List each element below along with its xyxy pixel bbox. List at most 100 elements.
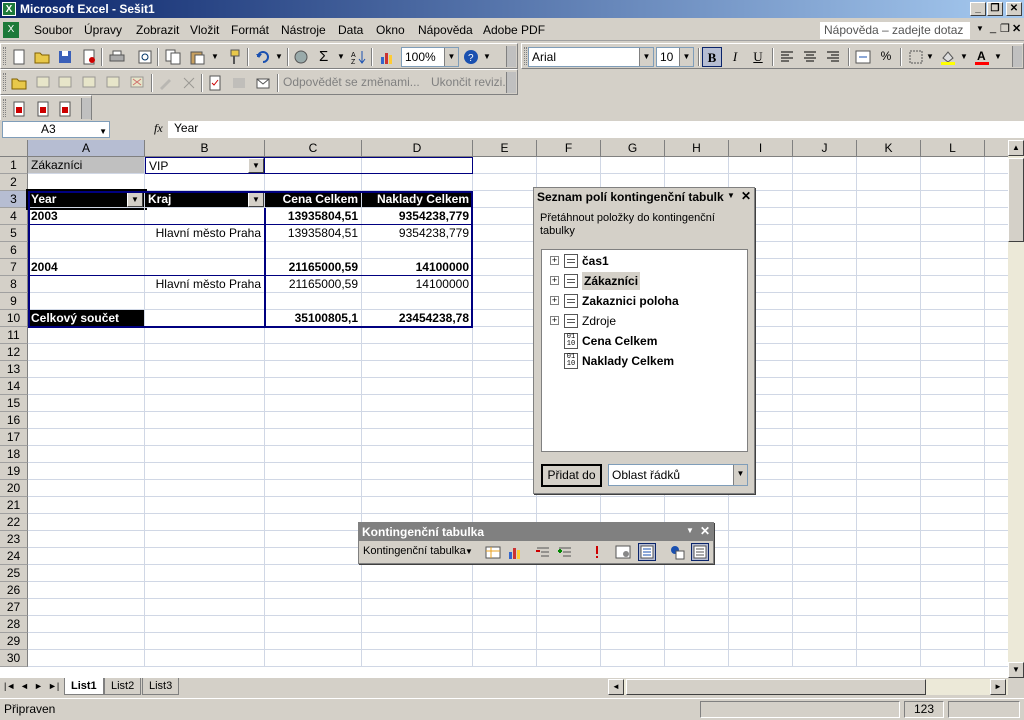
row-header-25[interactable]: 25 <box>0 565 28 582</box>
menu-adobe-pdf[interactable]: Adobe PDF <box>483 23 545 37</box>
reply-with-changes-button[interactable]: Odpovědět se změnami... <box>283 75 420 89</box>
grid-cell[interactable] <box>921 582 985 599</box>
grid-cell[interactable] <box>28 395 145 412</box>
undo-icon[interactable] <box>255 49 271 65</box>
grid-cell[interactable] <box>473 157 537 174</box>
grid-cell[interactable] <box>793 531 857 548</box>
grid-cell[interactable] <box>921 531 985 548</box>
grid-cell[interactable] <box>857 531 921 548</box>
row-header-16[interactable]: 16 <box>0 412 28 429</box>
toolbar-options-button[interactable] <box>506 46 516 67</box>
grid-cell[interactable] <box>145 480 265 497</box>
font-color-icon[interactable]: A <box>974 49 990 65</box>
grid-cell[interactable] <box>145 429 265 446</box>
grid-cell[interactable] <box>793 174 857 191</box>
grid-cell[interactable] <box>362 293 473 310</box>
grid-cell[interactable] <box>362 633 473 650</box>
doc-minimize-button[interactable]: _ <box>990 22 996 34</box>
grid-cell[interactable] <box>921 548 985 565</box>
grid-cell[interactable] <box>857 497 921 514</box>
grid-cell[interactable] <box>362 497 473 514</box>
grid-cell[interactable] <box>857 242 921 259</box>
name-box[interactable]: A3 ▼ <box>2 121 110 138</box>
grid-cell[interactable] <box>28 293 145 310</box>
grid-cell[interactable] <box>362 344 473 361</box>
grid-cell[interactable] <box>473 191 537 208</box>
grid-cell[interactable] <box>793 565 857 582</box>
grid-cell[interactable] <box>362 616 473 633</box>
menu-vlozit[interactable]: Vložit <box>190 23 219 37</box>
align-right-icon[interactable] <box>825 49 841 65</box>
save-icon[interactable] <box>57 49 73 65</box>
grid-cell[interactable] <box>985 480 1008 497</box>
grid-cell[interactable] <box>145 208 265 225</box>
size-dropdown-icon[interactable]: ▼ <box>679 48 693 66</box>
grid-cell[interactable] <box>665 565 729 582</box>
grid-cell[interactable] <box>145 616 265 633</box>
grid-cell[interactable] <box>537 497 601 514</box>
row-header-21[interactable]: 21 <box>0 497 28 514</box>
grid-cell[interactable] <box>473 225 537 242</box>
grid-cell[interactable] <box>537 616 601 633</box>
grid-cell[interactable] <box>265 361 362 378</box>
grid-cell[interactable] <box>729 514 793 531</box>
grid-cell[interactable] <box>729 531 793 548</box>
toolbar-options-button[interactable] <box>506 72 516 93</box>
grid-cell[interactable] <box>985 310 1008 327</box>
grid-cell[interactable] <box>601 565 665 582</box>
grid-cell[interactable] <box>985 378 1008 395</box>
grid-cell[interactable] <box>921 480 985 497</box>
grid-cell[interactable] <box>921 157 985 174</box>
grid-cell[interactable] <box>473 429 537 446</box>
grid-cell[interactable] <box>985 446 1008 463</box>
align-left-icon[interactable] <box>779 49 795 65</box>
pivot-grand-total-naklady[interactable]: 23454238,78 <box>362 310 473 327</box>
row-header-14[interactable]: 14 <box>0 378 28 395</box>
grid-cell[interactable] <box>921 412 985 429</box>
grid-cell[interactable] <box>362 480 473 497</box>
grid-cell[interactable] <box>473 242 537 259</box>
grid-cell[interactable] <box>362 327 473 344</box>
pivot-year-2003[interactable]: 2003 <box>28 208 145 225</box>
grid-cell[interactable] <box>265 395 362 412</box>
grid-cell[interactable] <box>793 429 857 446</box>
grid-cell[interactable] <box>265 599 362 616</box>
grid-cell[interactable] <box>985 582 1008 599</box>
pivot-cell[interactable]: 13935804,51 <box>265 225 362 242</box>
permission-icon[interactable] <box>81 49 97 65</box>
pivot-year-2004[interactable]: 2004 <box>28 259 145 276</box>
grid-cell[interactable] <box>362 599 473 616</box>
grid-cell[interactable] <box>921 310 985 327</box>
grid-cell[interactable] <box>601 497 665 514</box>
grid-cell[interactable] <box>729 616 793 633</box>
expand-icon[interactable]: + <box>550 256 559 265</box>
grid-cell[interactable] <box>473 259 537 276</box>
track-changes-icon[interactable] <box>207 75 223 91</box>
grid-cell[interactable] <box>265 480 362 497</box>
always-display-items-icon[interactable] <box>691 543 709 561</box>
column-header-k[interactable]: K <box>857 140 921 157</box>
grid-cell[interactable] <box>985 293 1008 310</box>
grid-cell[interactable] <box>473 565 537 582</box>
grid-cell[interactable] <box>857 293 921 310</box>
grid-cell[interactable] <box>265 514 362 531</box>
grid-cell[interactable] <box>793 293 857 310</box>
grid-cell[interactable] <box>28 650 145 667</box>
grid-cell[interactable] <box>145 650 265 667</box>
column-header-i[interactable]: I <box>729 140 793 157</box>
grid-cell[interactable] <box>729 497 793 514</box>
pdf-mail-icon[interactable] <box>35 101 51 117</box>
row-header-27[interactable]: 27 <box>0 599 28 616</box>
grid-cell[interactable] <box>857 174 921 191</box>
grid-cell[interactable] <box>985 344 1008 361</box>
pivot-grand-total-label[interactable]: Celkový součet <box>28 310 145 327</box>
grid-cell[interactable] <box>793 242 857 259</box>
column-header-f[interactable]: F <box>537 140 601 157</box>
font-name-select[interactable]: Arial ▼ <box>528 47 654 67</box>
sheet-tab-list2[interactable]: List2 <box>104 678 142 695</box>
grid-cell[interactable] <box>145 565 265 582</box>
page-field-value[interactable]: VIP <box>145 157 265 174</box>
next-comment-icon[interactable] <box>81 75 97 91</box>
grid-cell[interactable] <box>857 548 921 565</box>
grid-cell[interactable] <box>985 531 1008 548</box>
